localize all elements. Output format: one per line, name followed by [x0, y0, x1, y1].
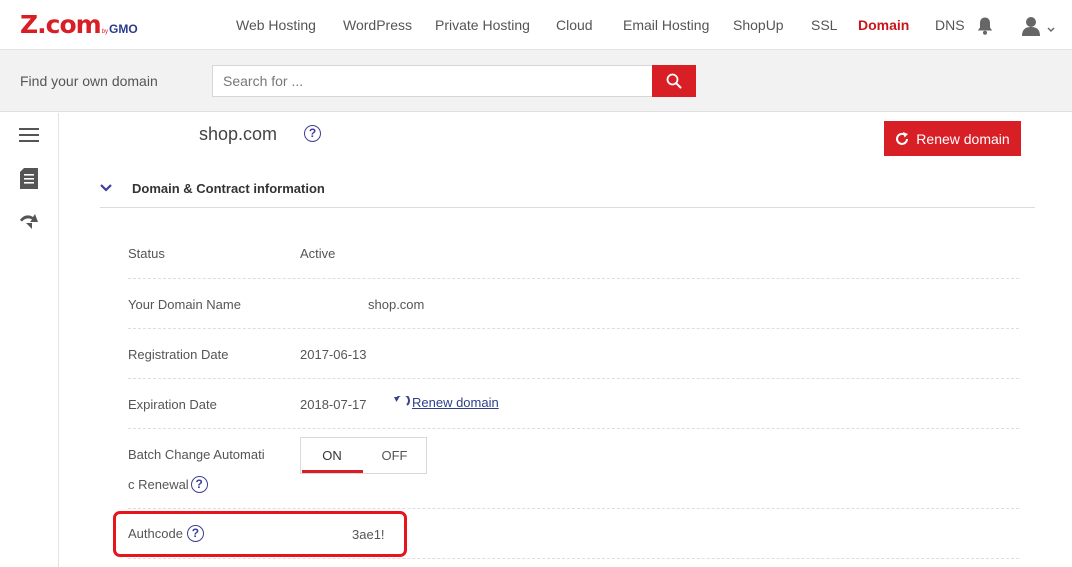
- nav-domain[interactable]: Domain: [858, 17, 909, 33]
- renew-domain-label: Renew domain: [916, 130, 1010, 147]
- section-title: Domain & Contract information: [132, 181, 325, 196]
- nav-cloud[interactable]: Cloud: [556, 17, 593, 33]
- auto-renewal-label-line1: Batch Change Automati: [128, 447, 265, 462]
- auto-renewal-label-line2-wrap: c Renewal ?: [128, 476, 208, 493]
- domain-search-input[interactable]: [212, 65, 653, 97]
- nav-wordpress[interactable]: WordPress: [343, 17, 412, 33]
- registration-date-value: 2017-06-13: [300, 347, 367, 362]
- registration-date-row: Registration Date 2017-06-13: [128, 329, 1019, 379]
- expiration-date-row: Expiration Date 2018-07-17 Renew domain: [128, 379, 1019, 429]
- domain-name-label: Your Domain Name: [128, 297, 241, 312]
- expiration-date-value: 2018-07-17: [300, 397, 367, 412]
- help-icon[interactable]: ?: [304, 125, 321, 142]
- logo-main-text: Z.com: [20, 10, 102, 39]
- domain-title: shop.com: [199, 124, 278, 144]
- domain-name-value: shop.com: [368, 297, 425, 312]
- expiration-renew-link-wrap[interactable]: Renew domain: [393, 395, 499, 411]
- user-menu[interactable]: [1021, 15, 1057, 37]
- authcode-label-wrap: Authcode ?: [128, 525, 204, 542]
- nav-private-hosting[interactable]: Private Hosting: [435, 17, 530, 33]
- renew-domain-link[interactable]: Renew domain: [412, 395, 499, 411]
- chevron-down-icon: [100, 184, 112, 192]
- authcode-value: 3ae1!: [352, 527, 385, 542]
- bell-icon[interactable]: [976, 16, 994, 36]
- nav-dns[interactable]: DNS: [935, 17, 965, 33]
- left-sidebar: [0, 113, 59, 567]
- authcode-label: Authcode: [128, 525, 183, 541]
- auto-renewal-label-line2: c Renewal: [128, 476, 189, 492]
- registration-date-label: Registration Date: [128, 347, 229, 362]
- zcom-logo[interactable]: Z.com by GMO: [20, 12, 138, 38]
- logo-by-text: by: [101, 29, 109, 35]
- search-label: Find your own domain: [20, 73, 158, 89]
- authcode-row: Authcode ? 3ae1!: [128, 509, 1019, 559]
- contract-info-section-header[interactable]: Domain & Contract information: [100, 170, 1035, 208]
- domain-search-bar: Find your own domain: [0, 50, 1072, 112]
- nav-shopup[interactable]: ShopUp: [733, 17, 784, 33]
- search-button[interactable]: [652, 65, 696, 97]
- status-value: Active: [300, 246, 336, 261]
- status-label: Status: [128, 246, 165, 261]
- nav-ssl[interactable]: SSL: [811, 17, 837, 33]
- search-icon: [666, 73, 682, 89]
- chevron-down-icon: [1047, 27, 1055, 32]
- menu-icon[interactable]: [18, 124, 40, 146]
- refresh-icon: [896, 131, 909, 145]
- auto-renewal-row: Batch Change Automati c Renewal ?: [128, 429, 1019, 509]
- top-navbar: Z.com by GMO Web Hosting WordPress Priva…: [0, 0, 1072, 50]
- help-icon[interactable]: ?: [190, 476, 208, 493]
- user-icon: [1022, 17, 1055, 36]
- nav-web-hosting[interactable]: Web Hosting: [236, 17, 316, 33]
- auto-renewal-toggle[interactable]: ON OFF: [300, 437, 427, 474]
- expiration-date-label: Expiration Date: [128, 397, 217, 412]
- nav-email-hosting[interactable]: Email Hosting: [623, 17, 709, 33]
- status-row: Status Active: [128, 229, 1019, 279]
- refresh-icon: [394, 396, 410, 406]
- logo-gmo-text: GMO: [109, 22, 138, 36]
- help-icon[interactable]: ?: [186, 525, 204, 542]
- domain-name-row: Your Domain Name shop.com: [128, 279, 1019, 329]
- renew-arrow-icon[interactable]: [18, 210, 40, 232]
- renew-domain-button[interactable]: Renew domain: [884, 121, 1021, 156]
- document-icon[interactable]: [18, 167, 40, 189]
- toggle-on-option[interactable]: ON: [301, 438, 363, 473]
- toggle-off-option[interactable]: OFF: [363, 438, 426, 473]
